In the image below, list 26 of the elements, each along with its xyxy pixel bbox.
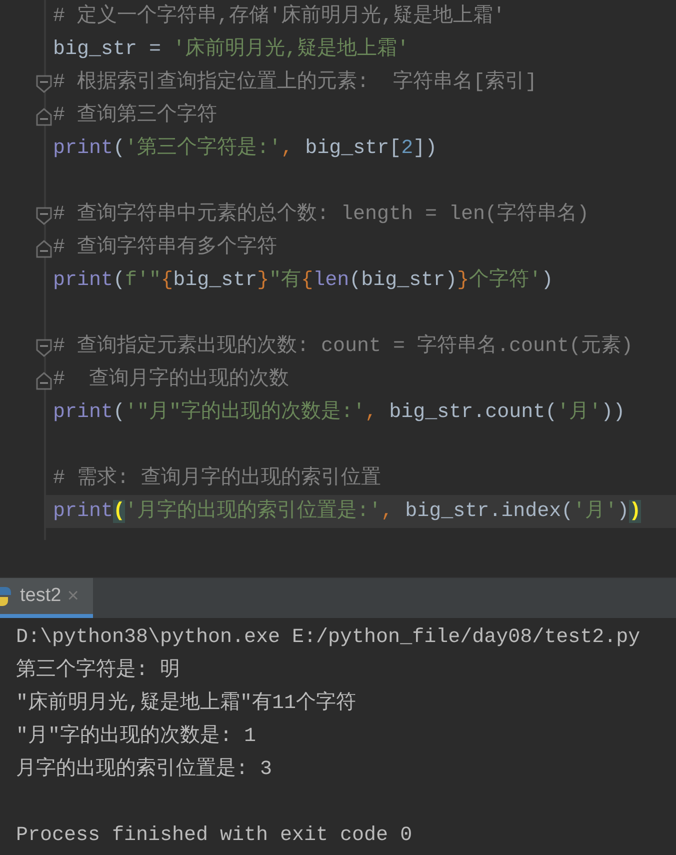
code-line: # 查询月字的出现的次数 bbox=[52, 366, 290, 393]
code-line: print('"月"字的出现的次数是:', big_str.count('月')) bbox=[52, 399, 626, 426]
console-output-line: "月"字的出现的次数是: 1 bbox=[16, 723, 258, 750]
run-tab[interactable]: test2 × bbox=[0, 578, 93, 618]
fold-icon[interactable] bbox=[35, 240, 53, 258]
python-icon bbox=[0, 585, 14, 608]
code-line: # 定义一个字符串,存储'床前明月光,疑是地上霜' bbox=[52, 3, 506, 30]
console-output-line: "床前明月光,疑是地上霜"有11个字符 bbox=[16, 690, 358, 717]
code-line: big_str = '床前明月光,疑是地上霜' bbox=[52, 36, 410, 63]
code-line: # 查询字符串中元素的总个数: length = len(字符串名) bbox=[52, 201, 590, 228]
console-output-line: D:\python38\python.exe E:/python_file/day08/test2.py bbox=[16, 625, 642, 651]
fold-icon[interactable] bbox=[35, 372, 53, 390]
code-line: # 查询第三个字符 bbox=[52, 102, 218, 129]
console-output-line: 第三个字符是: 明 bbox=[16, 657, 182, 684]
console-output-line: 月字的出现的索引位置是: 3 bbox=[16, 756, 274, 783]
fold-icon[interactable] bbox=[35, 339, 53, 357]
fold-icon[interactable] bbox=[35, 108, 53, 126]
fold-icon[interactable] bbox=[35, 75, 53, 93]
code-line: print(f'"{big_str}"有{len(big_str)}个字符') bbox=[52, 267, 554, 294]
code-line: # 根据索引查询指定位置上的元素: 字符串名[索引] bbox=[52, 69, 538, 96]
code-line: # 需求: 查询月字的出现的索引位置 bbox=[52, 465, 382, 492]
exit-message: Process finished with exit code 0 bbox=[16, 823, 414, 849]
code-line: # 查询字符串有多个字符 bbox=[52, 234, 278, 261]
code-line: # 查询指定元素出现的次数: count = 字符串名.count(元素) bbox=[52, 333, 634, 360]
code-line: print('第三个字符是:', big_str[2]) bbox=[52, 135, 438, 162]
fold-icon[interactable] bbox=[35, 207, 53, 225]
